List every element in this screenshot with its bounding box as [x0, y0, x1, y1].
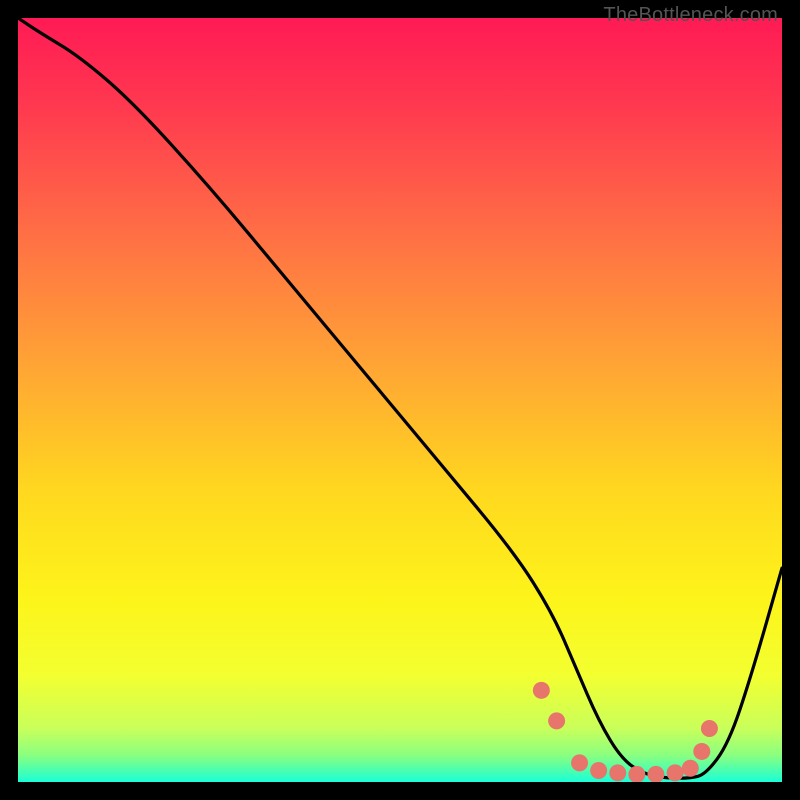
- marker-dot: [628, 766, 645, 782]
- curve-layer: [18, 18, 782, 782]
- marker-dot: [548, 712, 565, 729]
- marker-dot: [533, 682, 550, 699]
- chart-container: TheBottleneck.com: [0, 0, 800, 800]
- highlight-markers: [533, 682, 718, 782]
- marker-dot: [682, 760, 699, 777]
- marker-dot: [571, 754, 588, 771]
- marker-dot: [701, 720, 718, 737]
- marker-dot: [693, 743, 710, 760]
- marker-dot: [667, 764, 684, 781]
- plot-area: [18, 18, 782, 782]
- marker-dot: [609, 764, 626, 781]
- marker-dot: [590, 762, 607, 779]
- watermark-text: TheBottleneck.com: [603, 4, 778, 27]
- marker-dot: [647, 766, 664, 782]
- bottleneck-curve: [18, 18, 782, 778]
